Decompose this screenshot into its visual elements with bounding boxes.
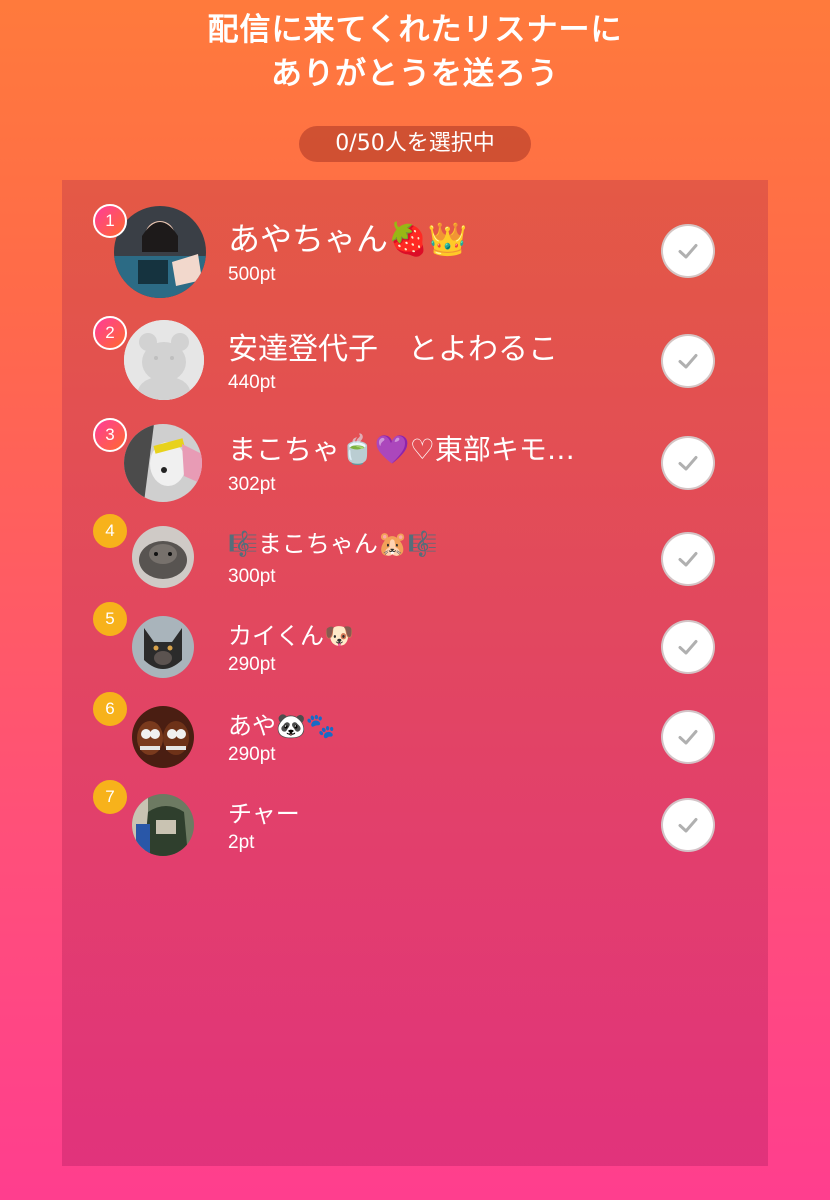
- select-checkbox[interactable]: [663, 336, 713, 386]
- select-checkbox[interactable]: [663, 800, 713, 850]
- page-title-line-1: 配信に来てくれたリスナーに: [207, 12, 623, 48]
- listener-name: 🎼まこちゃん🐹🎼: [228, 530, 438, 558]
- select-checkbox[interactable]: [663, 534, 713, 584]
- listener-points: 290pt: [228, 744, 276, 765]
- listener-name: あやちゃん🍓👑: [228, 220, 468, 258]
- rank-badge: 4: [93, 514, 127, 548]
- checkmark-icon: [678, 640, 698, 655]
- listener-list: 1 あやちゃん🍓👑 500pt 2 安達登代子 とよわるこ 440pt 3 まこ…: [62, 180, 768, 1166]
- checkmark-icon: [678, 354, 698, 369]
- checkmark-icon: [678, 244, 698, 259]
- select-checkbox[interactable]: [663, 226, 713, 276]
- listener-row-5[interactable]: 5 カイくん🐶 290pt: [62, 602, 768, 692]
- listener-name: あや🐼🐾: [228, 712, 336, 740]
- select-checkbox[interactable]: [663, 712, 713, 762]
- rank-badge: 6: [93, 692, 127, 726]
- avatar: [124, 320, 204, 400]
- checkmark-icon: [678, 552, 698, 567]
- listener-row-4[interactable]: 4 🎼まこちゃん🐹🎼 300pt: [62, 514, 768, 604]
- selection-counter-badge: 0/50人を選択中: [299, 126, 531, 162]
- listener-name: まこちゃ🍵💜♡東部キモ…: [228, 433, 575, 466]
- listener-points: 2pt: [228, 832, 255, 853]
- checkmark-icon: [678, 456, 698, 471]
- avatar: [132, 616, 194, 678]
- avatar: [132, 526, 194, 588]
- avatar: [132, 706, 194, 768]
- listener-row-6[interactable]: 6 あや🐼🐾 290pt: [62, 692, 768, 782]
- listener-name: チャー: [228, 800, 300, 828]
- page-title-line-2: ありがとうを送ろう: [271, 56, 559, 92]
- listener-row-1[interactable]: 1 あやちゃん🍓👑 500pt: [62, 204, 768, 298]
- listener-points: 300pt: [228, 566, 276, 587]
- select-checkbox[interactable]: [663, 622, 713, 672]
- listener-row-2[interactable]: 2 安達登代子 とよわるこ 440pt: [62, 316, 768, 406]
- avatar: [114, 206, 206, 298]
- listener-row-3[interactable]: 3 まこちゃ🍵💜♡東部キモ… 302pt: [62, 418, 768, 508]
- rank-badge: 3: [93, 418, 127, 452]
- rank-badge: 5: [93, 602, 127, 636]
- listener-name: カイくん🐶: [228, 622, 354, 650]
- checkmark-icon: [678, 730, 698, 745]
- avatar: [132, 794, 194, 856]
- rank-badge: 7: [93, 780, 127, 814]
- select-checkbox[interactable]: [663, 438, 713, 488]
- listener-points: 290pt: [228, 654, 276, 675]
- listener-name: 安達登代子 とよわるこ: [228, 332, 558, 367]
- checkmark-icon: [678, 818, 698, 833]
- default-avatar-bear-icon: [124, 320, 204, 400]
- listener-points: 440pt: [228, 372, 276, 393]
- rank-badge: 1: [93, 204, 127, 238]
- listener-points: 500pt: [228, 264, 276, 285]
- header: 配信に来てくれたリスナーに ありがとうを送ろう: [0, 0, 830, 96]
- avatar: [124, 424, 202, 502]
- listener-points: 302pt: [228, 474, 276, 495]
- listener-row-7[interactable]: 7 チャー 2pt: [62, 780, 768, 870]
- rank-badge: 2: [93, 316, 127, 350]
